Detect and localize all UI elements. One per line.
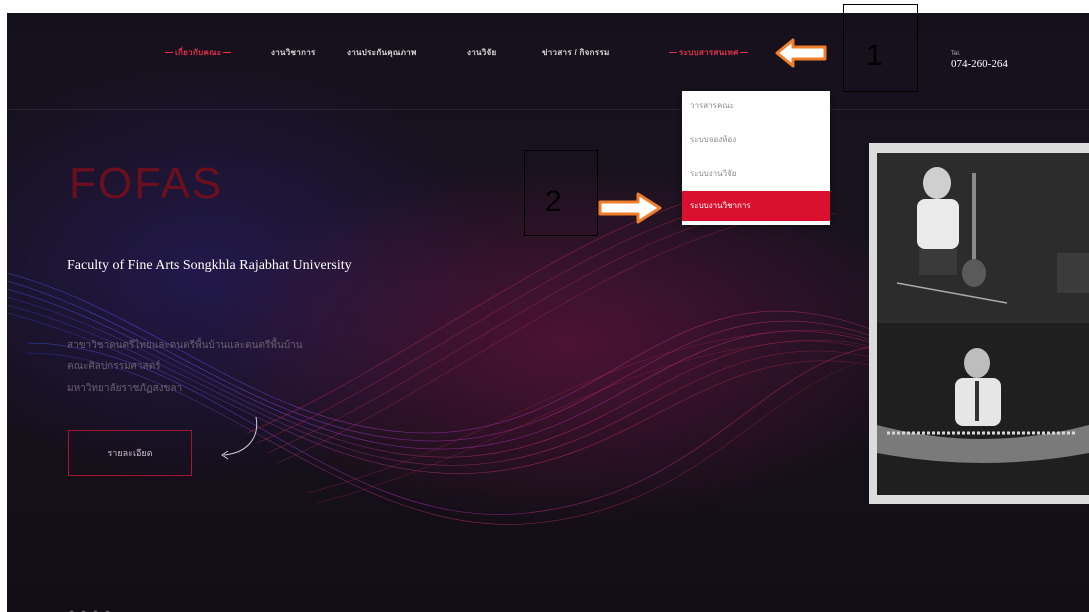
nav-item-news-activities[interactable]: ข่าวสาร / กิจกรรม: [542, 46, 610, 59]
annotation-box-1: 1: [843, 4, 918, 92]
nav-item-academic[interactable]: งานวิชาการ: [271, 46, 316, 59]
dropdown-item-faculty-journal[interactable]: วารสารคณะ: [682, 91, 830, 121]
main-nav: เกี่ยวกับคณะ งานวิชาการ งานประกันคุณภาพ …: [7, 46, 1089, 62]
hero-title: FOFAS: [69, 159, 224, 208]
dropdown-item-research-system[interactable]: ระบบงานวิจัย: [682, 159, 830, 189]
details-button[interactable]: รายละเอียด: [68, 430, 192, 476]
annotation-arrow-left-icon: [775, 38, 827, 68]
nav-item-about[interactable]: เกี่ยวกับคณะ: [164, 46, 233, 59]
hero-subtitle: Faculty of Fine Arts Songkhla Rajabhat U…: [67, 258, 352, 273]
information-systems-dropdown: วารสารคณะ ระบบจองห้อง ระบบงานวิจัย ระบบง…: [682, 91, 830, 225]
slide-indicator-icon[interactable]: ● ● ● ●: [69, 607, 112, 612]
annotation-box-2: 2: [524, 150, 598, 236]
annotation-number: 2: [545, 185, 562, 218]
slide-nav-arrows-icon[interactable]: ⇐ ⇒: [753, 607, 780, 612]
dropdown-item-academic-system[interactable]: ระบบงานวิชาการ: [682, 191, 830, 221]
hero-description-line: คณะศิลปกรรมศาสตร์: [67, 361, 161, 372]
nav-item-quality-assurance[interactable]: งานประกันคุณภาพ: [347, 46, 417, 59]
tel-label: Tel.: [951, 51, 961, 57]
curved-arrow-icon: [221, 416, 258, 460]
hero-banner: เกี่ยวกับคณะ งานวิชาการ งานประกันคุณภาพ …: [7, 13, 1089, 612]
tel-number[interactable]: 074-260-264: [951, 58, 1008, 70]
nav-divider: [7, 109, 1089, 110]
annotation-number: 1: [866, 39, 883, 72]
performer-photo-card: [869, 143, 1089, 504]
nav-item-research[interactable]: งานวิจัย: [467, 46, 497, 59]
nav-item-information-systems[interactable]: ระบบสารสนเทศ: [668, 46, 750, 59]
hero-description-line: สาขาวิชาดนตรีไทยและดนตรีพื้นบ้านและดนตรี…: [67, 340, 303, 351]
dropdown-item-room-booking[interactable]: ระบบจองห้อง: [682, 125, 830, 155]
hero-description-line: มหาวิทยาลัยราชภัฏสงขลา: [67, 383, 183, 394]
annotation-arrow-right-icon: [598, 192, 662, 224]
performer-photo: [877, 153, 1089, 495]
